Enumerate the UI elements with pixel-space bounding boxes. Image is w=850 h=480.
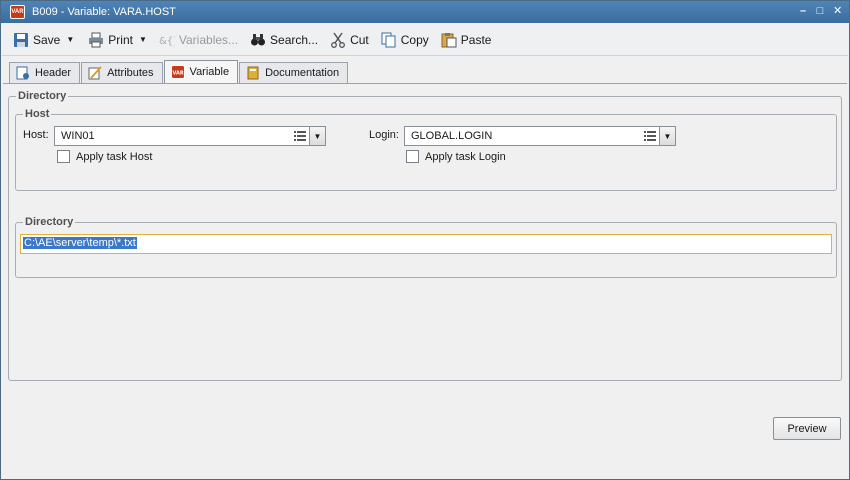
print-button[interactable]: Print ▼ bbox=[85, 28, 150, 52]
variables-icon: &{} bbox=[159, 36, 175, 47]
binoculars-icon bbox=[251, 33, 266, 45]
svg-text:&{}: &{} bbox=[159, 36, 175, 47]
chevron-down-icon[interactable]: ▼ bbox=[309, 127, 325, 145]
copy-label: Copy bbox=[400, 32, 429, 47]
list-picker-icon[interactable] bbox=[641, 127, 659, 145]
variable-icon: VAR bbox=[170, 65, 185, 79]
tab-strip: Header Attributes VAR Variable Documenta… bbox=[9, 60, 349, 83]
clipboard-paste-icon bbox=[441, 32, 457, 47]
cut-button[interactable]: Cut bbox=[327, 28, 372, 52]
variables-label: Variables... bbox=[178, 32, 239, 47]
floppy-disk-icon bbox=[14, 32, 28, 47]
toolbar: Save ▼ Print ▼ &{} Variables... bbox=[2, 24, 848, 56]
window-title: B009 - Variable: VARA.HOST bbox=[32, 6, 176, 18]
tab-documentation-label: Documentation bbox=[265, 67, 340, 79]
maximize-button[interactable]: □ bbox=[816, 4, 824, 18]
host-value: WIN01 bbox=[61, 130, 95, 142]
directory-path-value: C:\AE\server\temp\*.txt bbox=[23, 237, 137, 249]
login-label: Login: bbox=[369, 129, 399, 141]
print-label: Print bbox=[108, 32, 133, 47]
directory-outer-legend: Directory bbox=[16, 90, 69, 102]
application-window: VAR B009 - Variable: VARA.HOST – □ ✕ Sav… bbox=[0, 0, 850, 480]
checkbox-box[interactable] bbox=[406, 150, 419, 163]
apply-task-login-checkbox[interactable]: Apply task Login bbox=[406, 150, 506, 163]
variables-button[interactable]: &{} Variables... bbox=[156, 28, 241, 52]
directory-inner-legend: Directory bbox=[23, 216, 76, 228]
copy-icon bbox=[381, 32, 396, 47]
printer-icon bbox=[89, 32, 104, 47]
save-button[interactable]: Save ▼ bbox=[10, 28, 77, 52]
print-dropdown-icon[interactable]: ▼ bbox=[139, 35, 147, 44]
attributes-edit-icon bbox=[88, 66, 102, 80]
tab-attributes[interactable]: Attributes bbox=[81, 62, 163, 83]
search-button[interactable]: Search... bbox=[247, 28, 321, 52]
login-value: GLOBAL.LOGIN bbox=[411, 130, 493, 142]
login-combobox[interactable]: GLOBAL.LOGIN ▼ bbox=[404, 126, 676, 146]
documentation-book-icon bbox=[247, 66, 259, 80]
scissors-icon bbox=[331, 32, 346, 48]
apply-task-host-checkbox[interactable]: Apply task Host bbox=[57, 150, 152, 163]
list-picker-icon[interactable] bbox=[291, 127, 309, 145]
host-group-legend: Host bbox=[23, 108, 52, 120]
variable-app-icon: VAR bbox=[10, 5, 25, 19]
host-label: Host: bbox=[23, 129, 49, 141]
tab-variable[interactable]: VAR Variable bbox=[163, 60, 239, 83]
tab-header[interactable]: Header bbox=[9, 62, 81, 83]
svg-text:VAR: VAR bbox=[172, 71, 183, 77]
save-dropdown-icon[interactable]: ▼ bbox=[66, 35, 74, 44]
apply-task-login-label: Apply task Login bbox=[425, 150, 506, 163]
save-label: Save bbox=[33, 32, 61, 47]
search-label: Search... bbox=[270, 32, 319, 47]
checkbox-box[interactable] bbox=[57, 150, 70, 163]
apply-task-host-label: Apply task Host bbox=[76, 150, 153, 163]
preview-button[interactable]: Preview bbox=[773, 417, 841, 440]
tab-documentation[interactable]: Documentation bbox=[239, 62, 349, 83]
minimize-button[interactable]: – bbox=[799, 4, 807, 18]
header-doc-icon bbox=[16, 66, 29, 80]
tab-header-label: Header bbox=[35, 67, 72, 79]
tab-attributes-label: Attributes bbox=[107, 67, 154, 79]
chevron-down-icon[interactable]: ▼ bbox=[659, 127, 675, 145]
tab-divider bbox=[3, 83, 847, 84]
directory-path-field[interactable]: C:\AE\server\temp\*.txt bbox=[20, 234, 832, 254]
paste-label: Paste bbox=[460, 32, 492, 47]
title-bar: VAR B009 - Variable: VARA.HOST – □ ✕ bbox=[1, 1, 849, 23]
tab-variable-label: Variable bbox=[189, 66, 230, 78]
close-button[interactable]: ✕ bbox=[833, 4, 842, 18]
cut-label: Cut bbox=[350, 32, 369, 47]
paste-button[interactable]: Paste bbox=[438, 28, 495, 52]
copy-button[interactable]: Copy bbox=[378, 28, 432, 52]
host-combobox[interactable]: WIN01 ▼ bbox=[54, 126, 326, 146]
